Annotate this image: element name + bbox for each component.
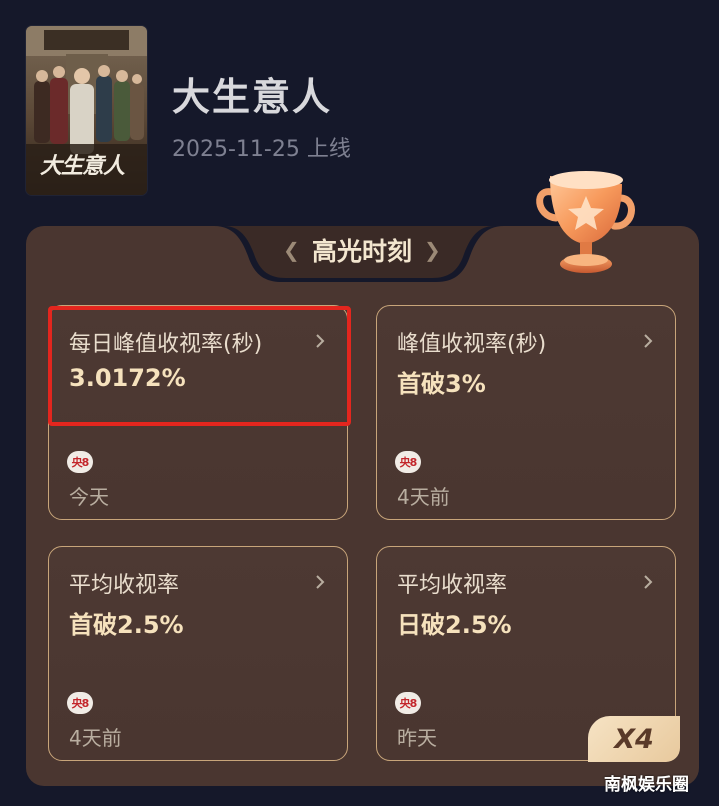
- channel-badge: 央8: [67, 451, 93, 473]
- chevron-right-icon: [316, 575, 325, 589]
- card-value: 首破2.5%: [69, 611, 184, 639]
- card-time: 4天前: [397, 485, 450, 509]
- card-value: 首破3%: [397, 370, 486, 398]
- highlight-card-peak[interactable]: 峰值收视率(秒) 首破3% 央8 4天前: [376, 305, 676, 520]
- channel-badge: 央8: [67, 692, 93, 714]
- red-highlight-box: [48, 306, 351, 426]
- show-title: 大生意人: [172, 75, 333, 119]
- laurel-right-icon: ❯: [424, 238, 441, 262]
- poster-caption: 大生意人: [40, 153, 125, 179]
- channel-badge: 央8: [395, 451, 421, 473]
- card-value: 日破2.5%: [397, 611, 512, 639]
- card-time: 4天前: [69, 726, 122, 750]
- chevron-right-icon: [644, 334, 653, 348]
- watermark: 南枫娱乐圈: [604, 775, 689, 795]
- card-time: 昨天: [397, 726, 437, 750]
- trophy-icon: [530, 158, 642, 282]
- card-label: 平均收视率: [69, 573, 180, 598]
- card-label: 峰值收视率(秒): [397, 332, 547, 357]
- highlight-card-average-first[interactable]: 平均收视率 首破2.5% 央8 4天前: [48, 546, 348, 761]
- multiplier-badge[interactable]: X4: [588, 716, 680, 762]
- card-label: 平均收视率: [397, 573, 508, 598]
- chevron-right-icon: [644, 575, 653, 589]
- panel-title: 高光时刻: [311, 237, 412, 266]
- show-poster[interactable]: 大生意人: [26, 26, 147, 195]
- channel-badge: 央8: [395, 692, 421, 714]
- highlights-page: 大生意人 大生意人 2025-11-25 上线 ❮ 高光时刻 ❯ 每日峰值收视率…: [0, 0, 719, 806]
- release-date: 2025-11-25 上线: [172, 137, 351, 162]
- card-time: 今天: [69, 485, 109, 509]
